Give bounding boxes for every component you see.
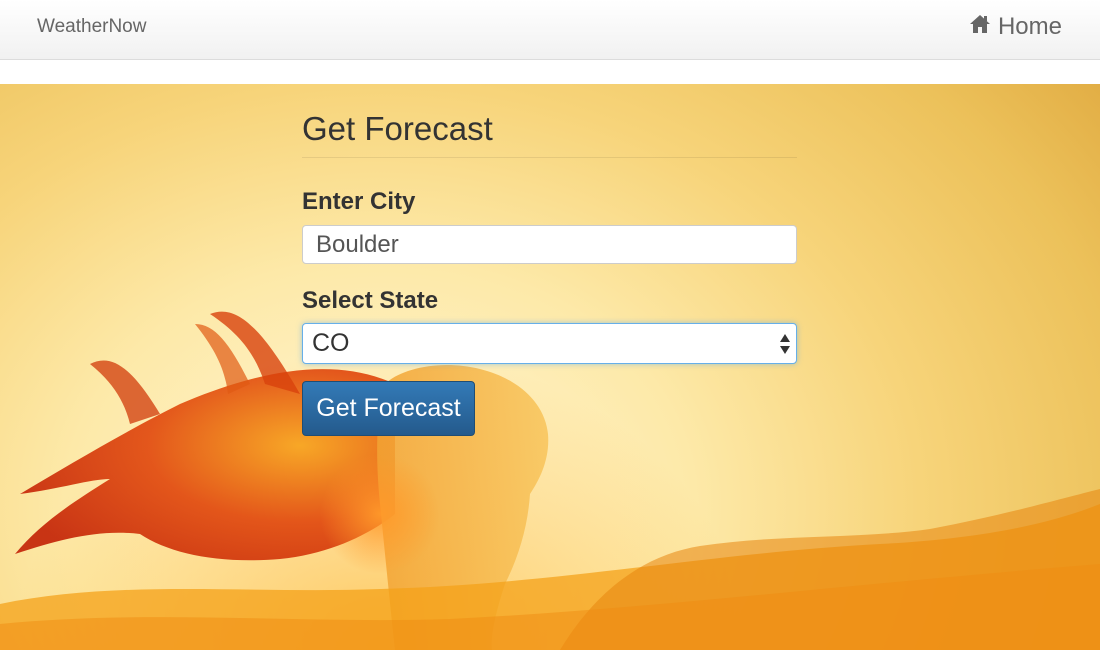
- brand-logo[interactable]: WeatherNow: [37, 16, 146, 38]
- navbar: WeatherNow Home: [0, 0, 1100, 60]
- home-icon: [969, 13, 991, 41]
- home-link[interactable]: Home: [969, 13, 1062, 41]
- get-forecast-button[interactable]: Get Forecast: [302, 381, 475, 436]
- title-divider: [302, 157, 797, 158]
- city-label: Enter City: [302, 188, 416, 215]
- sunlit-person-image: [0, 311, 1100, 650]
- page-title: Get Forecast: [302, 110, 493, 147]
- state-select[interactable]: CO: [302, 323, 797, 364]
- home-label: Home: [997, 13, 1062, 40]
- select-arrows-icon: [779, 331, 791, 357]
- state-label: Select State: [302, 287, 439, 314]
- hero-background: [0, 84, 1100, 650]
- city-input[interactable]: [302, 225, 797, 264]
- state-selected-value: CO: [312, 329, 350, 357]
